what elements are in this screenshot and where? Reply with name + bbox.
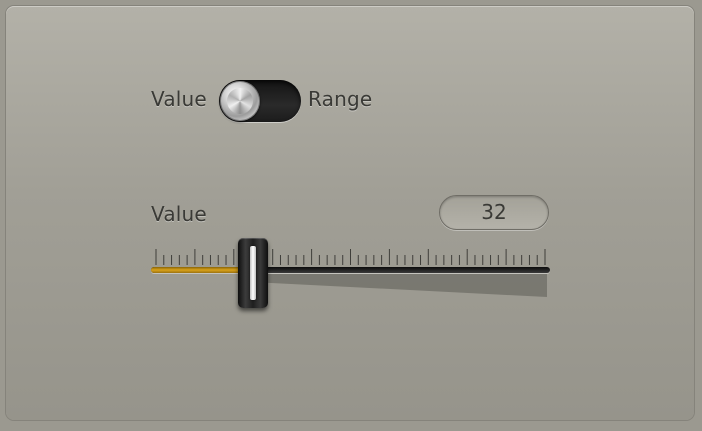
slider-thumb[interactable]: [237, 238, 268, 308]
brushed-metal-knob-icon: [227, 88, 253, 114]
tick-marks: [155, 249, 546, 265]
slider-label: Value: [151, 202, 207, 226]
window-frame: Value Range Value 32: [0, 0, 702, 431]
thumb-grip-line: [249, 246, 256, 300]
toggle-label-value: Value: [151, 87, 207, 111]
control-panel: [6, 6, 694, 420]
toggle-label-range: Range: [308, 87, 373, 111]
toggle-knob[interactable]: [220, 81, 260, 121]
value-range-toggle[interactable]: [219, 80, 301, 122]
slider-scale: [155, 249, 547, 297]
value-readout-field[interactable]: 32: [439, 195, 549, 230]
value-slider[interactable]: [150, 236, 550, 312]
range-wedge: [252, 274, 547, 297]
